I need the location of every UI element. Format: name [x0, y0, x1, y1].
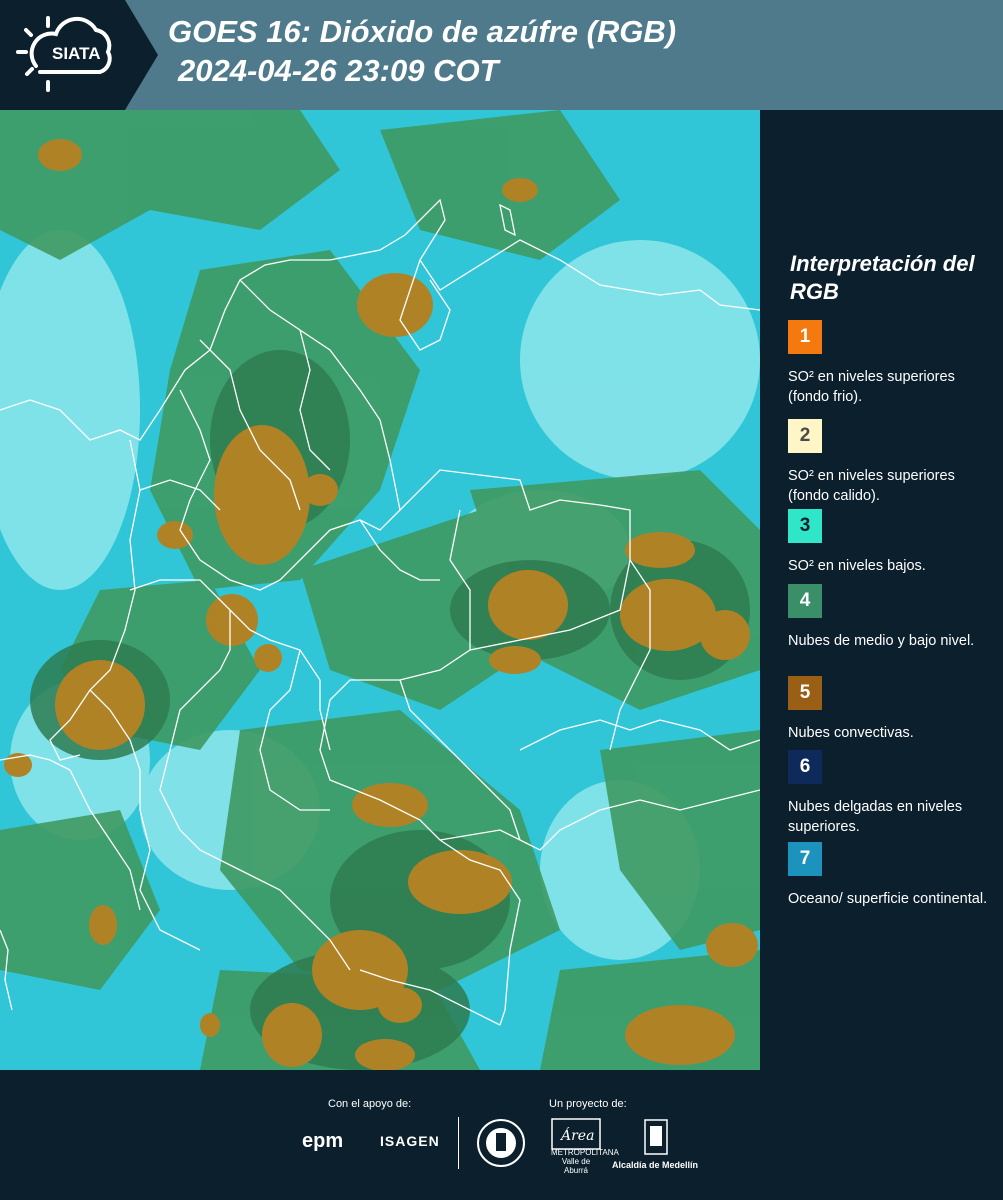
legend-swatch-2: 2	[788, 419, 822, 453]
legend-item-6: 6 Nubes delgadas en niveles superiores.	[788, 750, 998, 837]
legend-swatch-6: 6	[788, 750, 822, 784]
legend-swatch-7: 7	[788, 842, 822, 876]
footer-divider	[458, 1117, 459, 1169]
legend-item-3: 3 SO² en niveles bajos.	[788, 509, 998, 576]
legend-label-3: SO² en niveles bajos.	[788, 558, 926, 574]
siata-logo: SIATA	[0, 0, 160, 110]
svg-text:Área: Área	[559, 1126, 594, 1144]
alcaldia-medellin-text: Alcaldía de Medellín	[612, 1160, 699, 1170]
page-timestamp: 2024-04-26 23:09 COT	[178, 53, 499, 88]
footer: Con el apoyo de: Un proyecto de: epm ISA…	[0, 1070, 1003, 1200]
legend-item-2: 2 SO² en niveles superiores (fondo calid…	[788, 419, 998, 506]
area-metropolitana-logo: Área	[551, 1118, 601, 1150]
legend-label-1: SO² en niveles superiores (fondo frio).	[788, 369, 955, 405]
alcaldia-shield-icon	[644, 1119, 668, 1155]
legend-item-7: 7 Oceano/ superficie continental.	[788, 842, 998, 909]
satellite-map	[0, 110, 760, 1070]
page-title: GOES 16: Dióxido de azúfre (RGB)	[168, 14, 677, 49]
legend-swatch-1: 1	[788, 320, 822, 354]
legend-title: Interpretación del RGB	[790, 251, 975, 304]
siata-logo-text: SIATA	[52, 44, 100, 63]
legend-label-2: SO² en niveles superiores (fondo calido)…	[788, 468, 955, 504]
isagen-logo: ISAGEN	[380, 1133, 440, 1149]
legend-swatch-5: 5	[788, 676, 822, 710]
legend-label-7: Oceano/ superficie continental.	[788, 891, 988, 907]
legend-label-4: Nubes de medio y bajo nivel.	[788, 633, 975, 649]
legend-swatch-3: 3	[788, 509, 822, 543]
legend-item-5: 5 Nubes convectivas.	[788, 676, 998, 743]
legend-label-6: Nubes delgadas en niveles superiores.	[788, 799, 963, 835]
legend-item-1: 1 SO² en niveles superiores (fondo frio)…	[788, 320, 998, 407]
project-label: Un proyecto de:	[549, 1098, 627, 1110]
area-metropolitana-text: METROPOLITANA Valle de Aburrá	[551, 1148, 619, 1175]
legend-item-4: 4 Nubes de medio y bajo nivel.	[788, 584, 998, 651]
legend-panel: Interpretación del RGB 1 SO² en niveles …	[760, 110, 1003, 1070]
header: SIATA GOES 16: Dióxido de azúfre (RGB) 2…	[0, 0, 1003, 110]
epm-logo: epm	[302, 1130, 344, 1152]
medellin-seal-icon	[477, 1119, 525, 1167]
support-label: Con el apoyo de:	[328, 1098, 412, 1110]
legend-label-5: Nubes convectivas.	[788, 725, 914, 741]
legend-swatch-4: 4	[788, 584, 822, 618]
